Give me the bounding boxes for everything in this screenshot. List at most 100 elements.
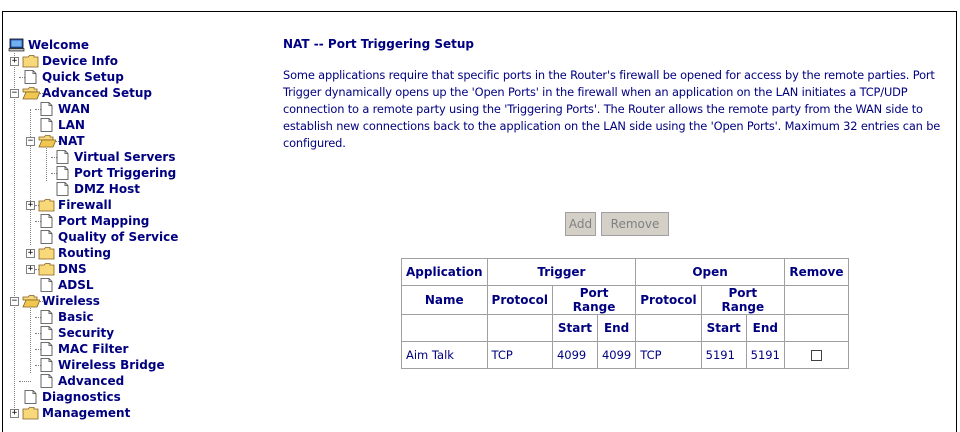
sidebar-item-label: Virtual Servers: [74, 150, 176, 164]
column-header: [783, 285, 849, 315]
sidebar-item-wireless[interactable]: Wireless: [22, 293, 100, 309]
page-icon: [40, 358, 53, 372]
sidebar-item-dns[interactable]: DNS: [38, 261, 87, 277]
sidebar-item-dmz-host[interactable]: DMZ Host: [54, 181, 140, 197]
collapse-icon[interactable]: −: [10, 297, 19, 306]
sidebar-item-label: Firewall: [58, 198, 112, 212]
sidebar-item-port-triggering[interactable]: Port Triggering: [54, 165, 176, 181]
sidebar-item-wireless-bridge[interactable]: Wireless Bridge: [38, 357, 165, 373]
sidebar-item-security[interactable]: Security: [38, 325, 114, 341]
sidebar-item-label: Port Triggering: [74, 166, 177, 180]
column-header: Port Range: [700, 285, 785, 315]
column-header: Trigger: [486, 258, 637, 286]
expand-icon[interactable]: +: [10, 409, 19, 418]
sidebar-item-label: Quick Setup: [42, 70, 124, 84]
page-icon: [40, 230, 53, 244]
port-trigger-table: Application Trigger Open Remove Name Pro…: [401, 258, 849, 369]
page-icon: [56, 150, 69, 164]
trigger-protocol-cell: TCP: [486, 341, 553, 369]
sidebar-item-label: Advanced: [58, 374, 125, 388]
folder-open-icon: [38, 135, 56, 148]
sidebar-item-quality-of-service[interactable]: Quality of Service: [38, 229, 178, 245]
sidebar-item-firewall[interactable]: Firewall: [38, 197, 112, 213]
expand-icon[interactable]: +: [26, 265, 35, 274]
page-description: Some applications require that specific …: [283, 68, 941, 150]
sidebar-item-welcome[interactable]: Welcome: [8, 37, 89, 53]
sidebar-item-label: Port Mapping: [58, 214, 150, 228]
sidebar-item-diagnostics[interactable]: Diagnostics: [22, 389, 121, 405]
sidebar-item-label: Welcome: [28, 38, 90, 52]
open-end-cell: 5191: [745, 341, 785, 369]
sidebar-item-quick-setup[interactable]: Quick Setup: [22, 69, 124, 85]
table-row: Aim Talk TCP 4099 4099 TCP 5191 5191: [401, 341, 849, 369]
sidebar-item-label: Wireless Bridge: [58, 358, 165, 372]
page-icon: [40, 310, 53, 324]
folder-icon: [38, 247, 55, 260]
folder-icon: [22, 55, 39, 68]
trigger-start-cell: 4099: [551, 341, 598, 369]
column-header: Application: [401, 258, 488, 286]
page-icon: [40, 102, 53, 116]
remove-button[interactable]: Remove: [601, 212, 669, 236]
collapse-icon[interactable]: −: [26, 137, 35, 146]
column-header: Open: [635, 258, 785, 286]
computer-icon: [8, 38, 25, 52]
add-button[interactable]: Add: [565, 212, 596, 236]
page-icon: [24, 390, 37, 404]
sidebar-item-label: Management: [42, 406, 131, 420]
column-header: Port Range: [551, 285, 637, 315]
sidebar-item-advanced[interactable]: Advanced: [38, 373, 124, 389]
column-header: Remove: [783, 258, 849, 286]
sidebar-item-mac-filter[interactable]: MAC Filter: [38, 341, 128, 357]
column-header: [635, 314, 702, 342]
sidebar-item-wan[interactable]: WAN: [38, 101, 90, 117]
table-header-row: Name Protocol Port Range Protocol Port R…: [401, 285, 849, 315]
column-header: Name: [401, 285, 488, 315]
page-icon: [40, 278, 53, 292]
sidebar-item-nat[interactable]: NAT: [38, 133, 85, 149]
column-header: Protocol: [635, 285, 702, 315]
sidebar-item-virtual-servers[interactable]: Virtual Servers: [54, 149, 176, 165]
table-header-row: Start End Start End: [401, 314, 849, 342]
expand-icon[interactable]: +: [10, 57, 19, 66]
sidebar-item-label: ADSL: [58, 278, 94, 292]
sidebar-item-label: Wireless: [42, 294, 100, 308]
collapse-icon[interactable]: −: [10, 89, 19, 98]
sidebar-item-label: Routing: [58, 246, 112, 260]
sidebar-item-routing[interactable]: Routing: [38, 245, 111, 261]
folder-icon: [38, 199, 55, 212]
page-icon: [40, 374, 53, 388]
sidebar-item-label: MAC Filter: [58, 342, 129, 356]
folder-icon: [38, 263, 55, 276]
remove-cell: [783, 341, 849, 369]
sidebar-item-advanced-setup[interactable]: Advanced Setup: [22, 85, 152, 101]
app-name-cell: Aim Talk: [401, 341, 488, 369]
page-icon: [40, 118, 53, 132]
table-header-row: Application Trigger Open Remove: [401, 258, 849, 286]
trigger-end-cell: 4099: [596, 341, 637, 369]
column-header: End: [596, 314, 637, 342]
sidebar-item-label: Quality of Service: [58, 230, 179, 244]
column-header: Start: [551, 314, 598, 342]
remove-checkbox[interactable]: [810, 350, 822, 361]
tree-line: [14, 53, 15, 414]
sidebar-item-management[interactable]: Management: [22, 405, 130, 421]
sidebar-item-lan[interactable]: LAN: [38, 117, 85, 133]
tree-line: [30, 301, 31, 373]
sidebar-item-device-info[interactable]: Device Info: [22, 53, 118, 69]
sidebar-item-port-mapping[interactable]: Port Mapping: [38, 213, 149, 229]
column-header: [486, 314, 553, 342]
column-header: End: [745, 314, 785, 342]
open-start-cell: 5191: [700, 341, 747, 369]
expand-icon[interactable]: +: [26, 201, 35, 210]
sidebar-item-label: WAN: [58, 102, 91, 116]
sidebar-item-label: LAN: [58, 118, 85, 132]
expand-icon[interactable]: +: [26, 249, 35, 258]
page-icon: [24, 70, 37, 84]
page-icon: [56, 166, 69, 180]
sidebar-item-label: Basic: [58, 310, 94, 324]
sidebar-item-adsl[interactable]: ADSL: [38, 277, 94, 293]
sidebar-item-basic[interactable]: Basic: [38, 309, 94, 325]
column-header: Start: [700, 314, 747, 342]
folder-open-icon: [22, 87, 40, 100]
